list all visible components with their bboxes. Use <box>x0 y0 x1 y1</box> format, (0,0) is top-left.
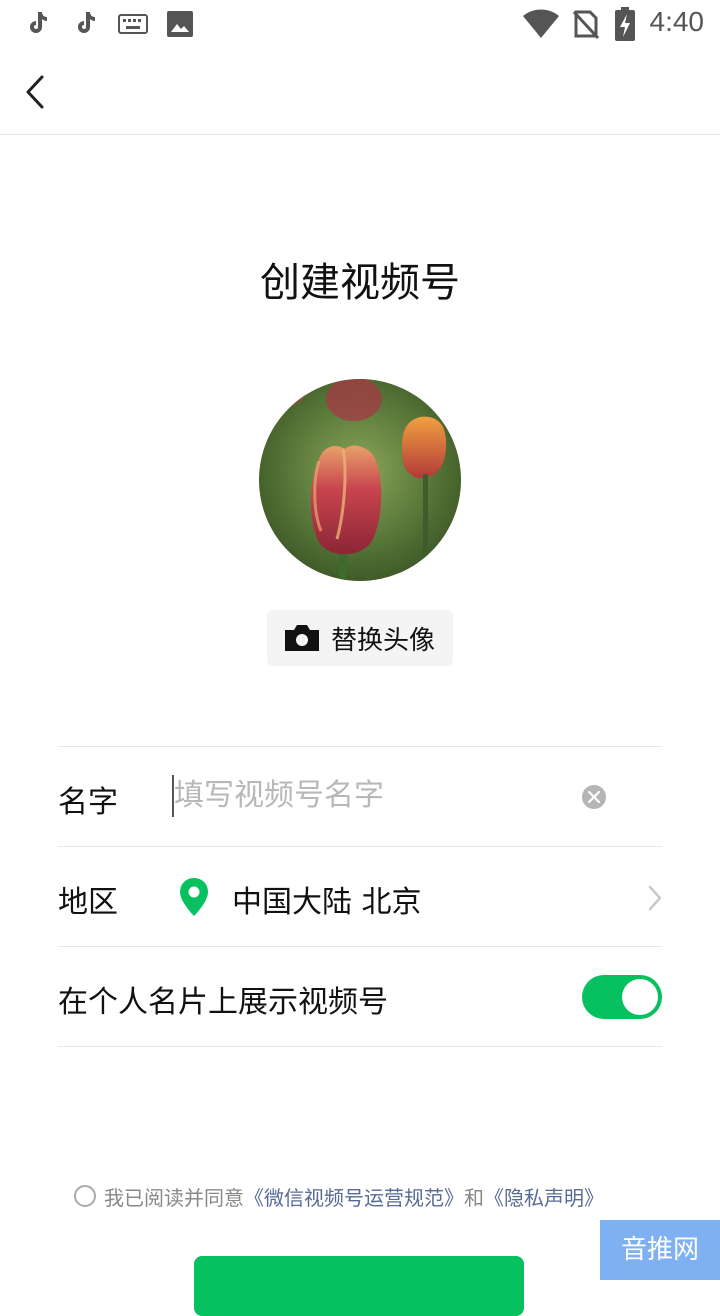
image-icon <box>167 11 193 37</box>
chevron-right-icon <box>648 885 662 911</box>
show-on-card-row: 在个人名片上展示视频号 <box>58 946 662 1047</box>
page-title: 创建视频号 <box>260 260 460 306</box>
change-avatar-label: 替换头像 <box>331 625 436 656</box>
clear-input-icon[interactable] <box>582 785 606 809</box>
avatar-image[interactable] <box>259 379 461 581</box>
divider <box>58 1046 662 1047</box>
keyboard-icon <box>118 14 148 34</box>
toggle-knob <box>622 979 658 1015</box>
battery-charging-icon <box>615 7 635 41</box>
tiktok-icon <box>78 12 95 33</box>
status-bar: 4:40 <box>0 0 720 48</box>
status-time: 4:40 <box>649 6 705 37</box>
wifi-icon <box>523 9 559 39</box>
region-label: 地区 <box>58 885 118 920</box>
operation-rules-link[interactable]: 《微信视频号运营规范》 <box>244 1182 464 1211</box>
region-row[interactable]: 地区 中国大陆 北京 <box>58 846 662 947</box>
agreement-line: 我已阅读并同意 《微信视频号运营规范》 和 《隐私声明》 <box>74 1182 604 1210</box>
region-value: 中国大陆 北京 <box>232 885 422 920</box>
show-on-card-label: 在个人名片上展示视频号 <box>58 985 388 1020</box>
location-pin-icon <box>180 878 208 916</box>
name-input[interactable] <box>174 773 574 817</box>
privacy-statement-link[interactable]: 《隐私声明》 <box>484 1182 604 1211</box>
watermark-logo: 音推网 <box>600 1220 720 1280</box>
tiktok-icon <box>30 12 47 33</box>
create-button[interactable] <box>194 1256 524 1316</box>
agreement-and: 和 <box>464 1185 484 1210</box>
agreement-radio[interactable] <box>74 1185 96 1207</box>
app-bar <box>0 48 720 135</box>
no-sim-icon <box>572 10 600 40</box>
change-avatar-button[interactable]: 替换头像 <box>267 610 453 666</box>
back-chevron-icon[interactable] <box>20 74 52 110</box>
name-label: 名字 <box>58 785 118 820</box>
agreement-prefix: 我已阅读并同意 <box>104 1185 244 1210</box>
camera-icon <box>285 625 319 651</box>
show-on-card-toggle[interactable] <box>582 975 662 1019</box>
name-row: 名字 <box>58 746 662 847</box>
